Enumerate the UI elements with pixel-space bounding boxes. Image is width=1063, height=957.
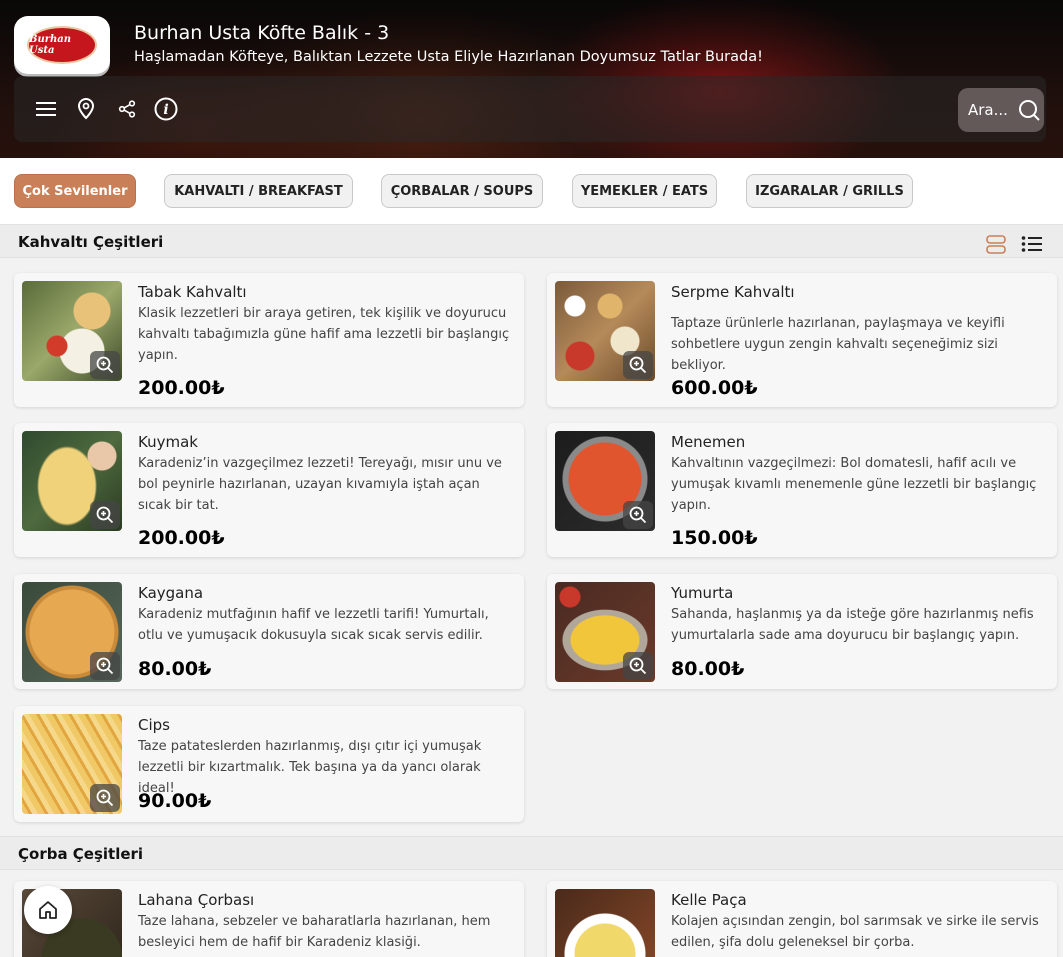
zoom-in-icon[interactable] — [623, 351, 653, 379]
item-price: 80.00₺ — [671, 658, 745, 680]
logo-emblem: Burhan Usta — [27, 26, 97, 64]
zoom-in-icon[interactable] — [623, 501, 653, 529]
menu-item-card[interactable]: Lahana Çorbası Taze lahana, sebzeler ve … — [14, 881, 524, 957]
item-name: Kuymak — [138, 433, 198, 451]
zoom-in-icon[interactable] — [623, 652, 653, 680]
search-icon — [1018, 100, 1040, 121]
grid-view-icon[interactable] — [985, 235, 1007, 254]
search-button[interactable]: Ara... — [958, 88, 1044, 132]
menu-item-card[interactable]: Kaygana Karadeniz mutfağının hafif ve le… — [14, 574, 524, 689]
item-name: Serpme Kahvaltı — [671, 283, 795, 301]
tab-corbalar[interactable]: ÇORBALAR / SOUPS — [381, 174, 543, 208]
location-pin-icon[interactable] — [74, 97, 98, 121]
category-tabs: Çok Sevilenler KAHVALTI / BREAKFAST ÇORB… — [0, 158, 1063, 224]
food-image[interactable] — [555, 431, 655, 531]
item-description: Klasik lezzetleri bir araya getiren, tek… — [138, 306, 510, 363]
item-price: 90.00₺ — [138, 790, 212, 812]
tab-yemekler[interactable]: YEMEKLER / EATS — [572, 174, 717, 208]
food-image[interactable] — [555, 889, 655, 957]
search-label: Ara... — [968, 101, 1008, 119]
share-icon[interactable] — [115, 97, 139, 121]
item-description: Kahvaltının vazgeçilmezi: Bol domatesli,… — [671, 456, 1037, 513]
food-image[interactable] — [22, 714, 122, 814]
info-icon[interactable]: i — [154, 97, 178, 121]
menu-item-card[interactable]: Kuymak Karadeniz’in vazgeçilmez lezzeti!… — [14, 423, 524, 557]
menu-icon[interactable] — [34, 97, 58, 121]
item-price: 80.00₺ — [138, 658, 212, 680]
item-description: Taze lahana, sebzeler ve baharatlarla ha… — [138, 914, 491, 950]
item-description: Kolajen açısından zengin, bol sarımsak v… — [671, 914, 1039, 950]
item-name: Lahana Çorbası — [138, 891, 255, 909]
menu-item-card[interactable]: Kelle Paça Kolajen açısından zengin, bol… — [547, 881, 1057, 957]
item-name: Kaygana — [138, 584, 204, 602]
tab-kahvalti[interactable]: KAHVALTI / BREAKFAST — [164, 174, 353, 208]
item-name: Tabak Kahvaltı — [138, 283, 247, 301]
item-name: Yumurta — [671, 584, 734, 602]
header-toolbar: i Ara... — [14, 76, 1046, 142]
menu-item-card[interactable]: Serpme Kahvaltı Taptaze ürünlerle hazırl… — [547, 273, 1057, 407]
item-description: Karadeniz’in vazgeçilmez lezzeti! Tereya… — [138, 456, 502, 513]
item-name: Cips — [138, 716, 170, 734]
section-title: Kahvaltı Çeşitleri — [18, 233, 164, 251]
restaurant-title: Burhan Usta Köfte Balık - 3 — [134, 22, 390, 44]
menu-item-card[interactable]: Cips Taze patateslerden hazırlanmış, dış… — [14, 706, 524, 822]
header-banner: Burhan Usta Burhan Usta Köfte Balık - 3 … — [0, 0, 1063, 158]
svg-text:i: i — [163, 102, 168, 118]
menu-item-card[interactable]: Menemen Kahvaltının vazgeçilmezi: Bol do… — [547, 423, 1057, 557]
item-price: 200.00₺ — [138, 377, 225, 399]
food-image[interactable] — [555, 582, 655, 682]
section-header-kahvalti: Kahvaltı Çeşitleri — [0, 224, 1063, 258]
section-header-corba: Çorba Çeşitleri — [0, 836, 1063, 870]
food-image[interactable] — [555, 281, 655, 381]
home-button[interactable] — [24, 886, 72, 934]
food-image[interactable] — [22, 582, 122, 682]
item-price: 600.00₺ — [671, 377, 758, 399]
item-description: Taptaze ürünlerle hazırlanan, paylaşmaya… — [671, 316, 1005, 373]
menu-item-card[interactable]: Yumurta Sahanda, haşlanmış ya da isteğe … — [547, 574, 1057, 689]
zoom-in-icon[interactable] — [90, 784, 120, 812]
list-view-icon[interactable] — [1021, 235, 1043, 253]
food-image[interactable] — [22, 431, 122, 531]
item-price: 150.00₺ — [671, 527, 758, 549]
item-description: Karadeniz mutfağının hafif ve lezzetli t… — [138, 607, 489, 643]
menu-item-card[interactable]: Tabak Kahvaltı Klasik lezzetleri bir ara… — [14, 273, 524, 407]
zoom-in-icon[interactable] — [90, 652, 120, 680]
tab-cok-sevilenler[interactable]: Çok Sevilenler — [14, 174, 136, 208]
zoom-in-icon[interactable] — [90, 501, 120, 529]
item-description: Sahanda, haşlanmış ya da isteğe göre haz… — [671, 607, 1034, 643]
restaurant-logo[interactable]: Burhan Usta — [14, 16, 110, 74]
zoom-in-icon[interactable] — [90, 351, 120, 379]
home-icon — [39, 901, 57, 919]
item-name: Menemen — [671, 433, 746, 451]
food-image[interactable] — [22, 281, 122, 381]
item-price: 200.00₺ — [138, 527, 225, 549]
restaurant-subtitle: Haşlamadan Köfteye, Balıktan Lezzete Ust… — [134, 49, 763, 65]
section-title: Çorba Çeşitleri — [18, 845, 144, 863]
item-name: Kelle Paça — [671, 891, 747, 909]
tab-izgaralar[interactable]: IZGARALAR / GRILLS — [746, 174, 913, 208]
